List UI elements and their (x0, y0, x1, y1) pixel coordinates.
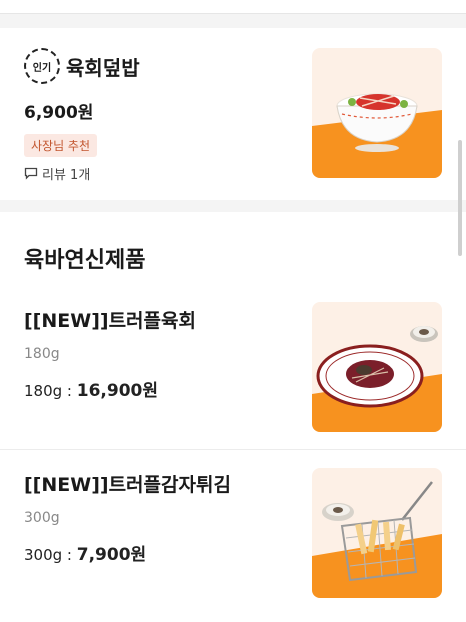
menu-name: 육회덮밥 (66, 55, 140, 80)
review-label: 리뷰 1개 (42, 168, 91, 183)
menu-price-line: 300g : 7,900원 (24, 540, 146, 565)
menu-photo-yukhoe-bowl[interactable] (312, 48, 442, 178)
popular-badge: 인기 (24, 48, 60, 84)
review-count[interactable]: 리뷰 1개 (24, 164, 90, 183)
speech-bubble-icon (24, 167, 38, 180)
top-card-edge (0, 0, 466, 14)
price-prefix: 180g : (24, 382, 77, 400)
menu-name: [[NEW]]트러플감자튀김 (24, 474, 231, 496)
menu-price: 16,900원 (76, 381, 158, 401)
menu-name: [[NEW]]트러플육회 (24, 310, 196, 332)
featured-menu-card[interactable]: 인기 육회덮밥 6,900원 사장님 추천 리뷰 1개 (0, 28, 466, 200)
menu-name-line: 인기 육회덮밥 (24, 48, 140, 84)
owner-recommend-tag: 사장님 추천 (24, 134, 98, 157)
menu-photo-truffle-fries[interactable] (312, 468, 442, 598)
new-products-section: 육바연신제품 [[NEW]]트러플육회 180g 180g : 16,900원 … (0, 212, 466, 622)
menu-photo-truffle-yukhoe[interactable] (312, 302, 442, 432)
menu-price: 6,900원 (24, 103, 94, 123)
section-title: 육바연신제품 (24, 248, 146, 273)
menu-item-truffle-yukhoe[interactable]: [[NEW]]트러플육회 180g 180g : 16,900원 (0, 292, 466, 450)
menu-weight: 180g (24, 346, 60, 362)
price-prefix: 300g : (24, 546, 77, 564)
menu-price: 7,900원 (76, 545, 147, 565)
menu-price-line: 180g : 16,900원 (24, 376, 158, 401)
menu-weight: 300g (24, 510, 60, 526)
scrollbar[interactable] (458, 140, 462, 256)
menu-item-truffle-fries[interactable]: [[NEW]]트러플감자튀김 300g 300g : 7,900원 (0, 450, 466, 616)
